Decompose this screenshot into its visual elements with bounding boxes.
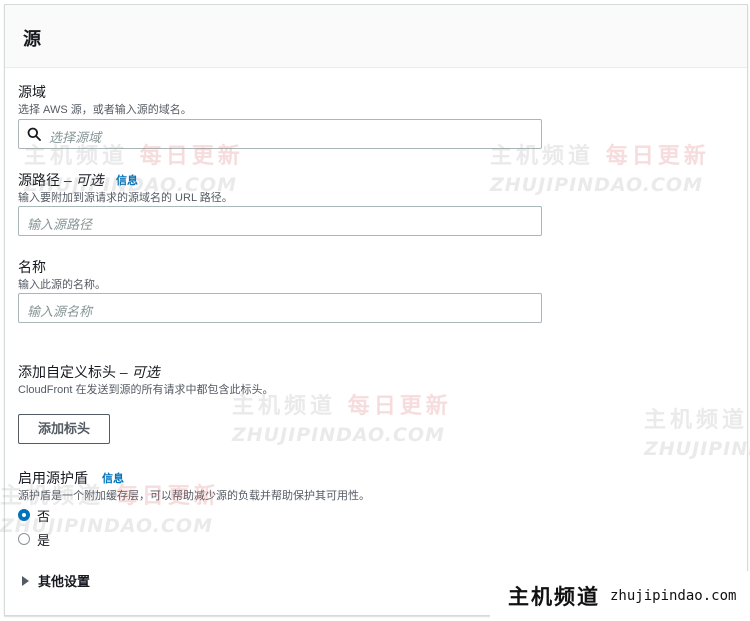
custom-header-label: 添加自定义标头 – 可选	[18, 362, 160, 382]
name-placeholder: 输入源名称	[27, 304, 93, 319]
name-description: 输入此源的名称。	[18, 279, 106, 291]
origin-path-label: 源路径 – 可选	[18, 170, 104, 190]
origin-shield-option-no-label: 否	[37, 508, 51, 524]
origin-path-info-link[interactable]: 信息	[116, 172, 138, 188]
radio-unchecked-icon[interactable]	[18, 533, 30, 545]
origin-domain-label: 源域	[18, 84, 46, 100]
origin-domain-input[interactable]: 选择源域	[18, 119, 542, 149]
origin-shield-info-link[interactable]: 信息	[102, 470, 124, 486]
name-input[interactable]: 输入源名称	[18, 293, 542, 323]
origin-path-input[interactable]: 输入源路径	[18, 206, 542, 236]
origin-domain-description: 选择 AWS 源，或者输入源的域名。	[18, 104, 192, 116]
search-icon	[27, 127, 41, 141]
panel-header: 源	[5, 5, 747, 68]
origin-path-label-text: 源路径	[18, 172, 60, 188]
origin-shield-option-yes[interactable]: 是	[18, 530, 50, 548]
brand-url: zhujipindao.com	[610, 588, 737, 604]
origin-shield-option-no[interactable]: 否	[18, 506, 50, 524]
origin-domain-placeholder: 选择源域	[49, 130, 102, 145]
add-header-button[interactable]: 添加标头	[18, 414, 110, 444]
origin-shield-option-yes-label: 是	[37, 532, 51, 548]
caret-right-icon	[22, 575, 29, 586]
origin-shield-description: 源护盾是一个附加缓存层，可以帮助减少源的负载并帮助保护其可用性。	[18, 490, 370, 502]
additional-settings-label: 其他设置	[38, 574, 91, 589]
brand-name: 主机频道	[508, 586, 600, 609]
custom-header-description: CloudFront 在发送到源的所有请求中都包含此标头。	[18, 384, 274, 396]
additional-settings-expander[interactable]: 其他设置	[22, 571, 90, 590]
origin-shield-label: 启用源护盾	[18, 470, 88, 486]
origin-path-placeholder: 输入源路径	[27, 217, 93, 232]
radio-checked-icon[interactable]	[18, 509, 30, 521]
brand-bar: 主机频道 zhujipindao.com	[490, 571, 750, 621]
origin-path-optional: – 可选	[60, 172, 104, 188]
name-label: 名称	[18, 259, 46, 275]
custom-header-optional: – 可选	[116, 364, 160, 380]
origin-path-description: 输入要附加到源请求的源域名的 URL 路径。	[18, 192, 233, 204]
custom-header-label-text: 添加自定义标头	[18, 364, 116, 380]
panel-title: 源	[23, 29, 41, 49]
